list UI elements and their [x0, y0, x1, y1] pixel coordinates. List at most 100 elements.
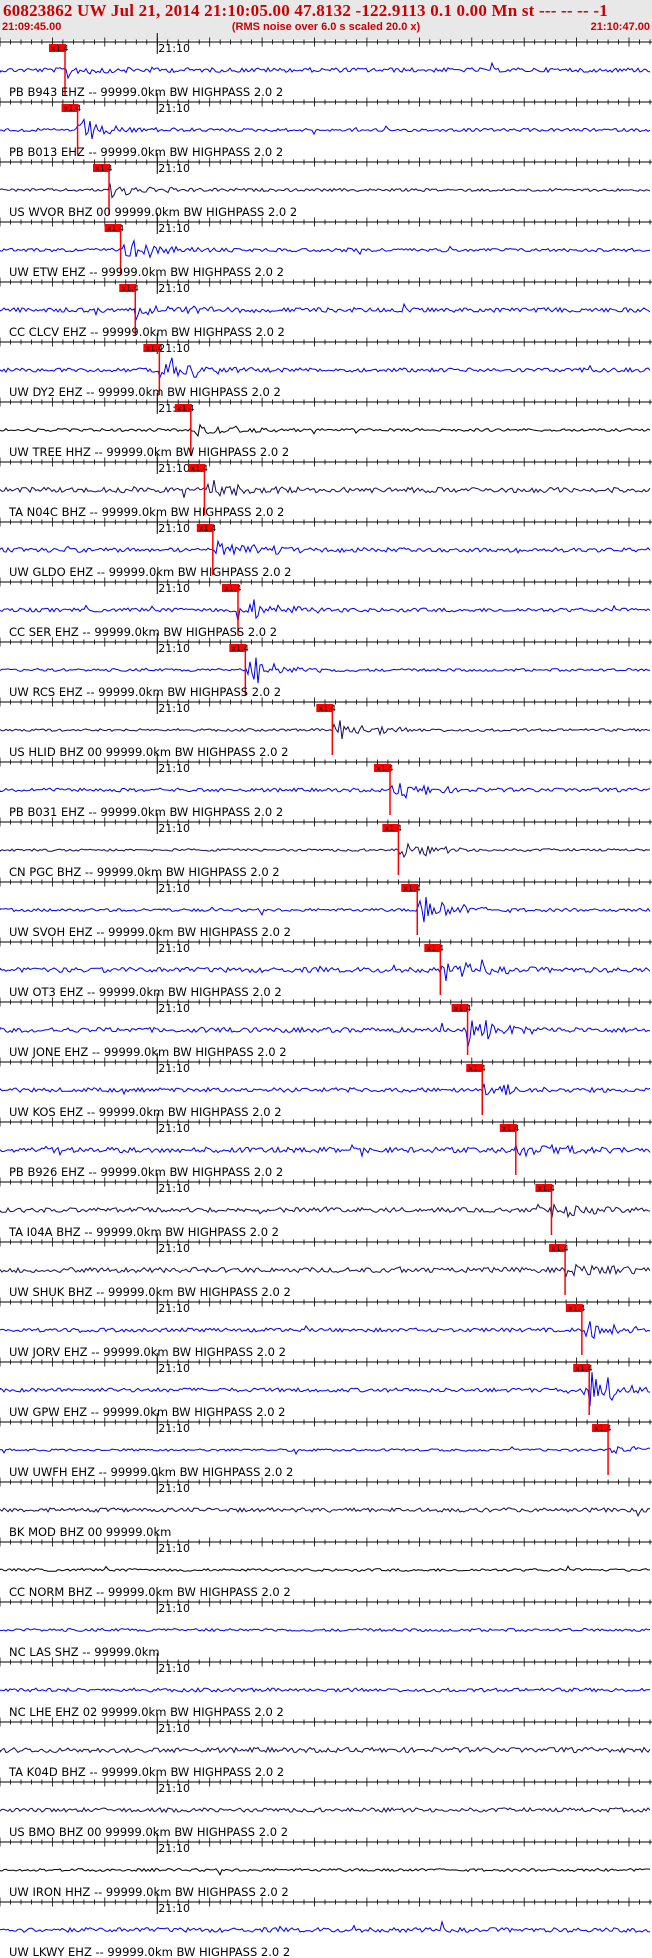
waveform-trace — [0, 896, 651, 923]
waveform-trace — [0, 657, 651, 684]
pick-label: x1.4 — [190, 464, 207, 473]
waveform-trace — [0, 1507, 651, 1518]
tick-label: 21:10 — [158, 102, 190, 115]
waveform-trace — [0, 1687, 651, 1693]
waveform-trace — [0, 1806, 651, 1814]
pick-label: x1.4 — [568, 1304, 585, 1313]
tick-label: 21:10 — [158, 1842, 190, 1855]
tick-label: 21:10 — [158, 342, 190, 355]
pick-label: x1.4 — [426, 944, 443, 953]
pick-label: x1.4 — [224, 584, 241, 593]
station-label: UW KOS EHZ -- 99999.0km BW HIGHPASS 2.0 … — [9, 1105, 282, 1119]
station-label: CN PGC BHZ -- 99999.0km BW HIGHPASS 2.0 … — [9, 865, 280, 879]
waveform-trace — [0, 1565, 651, 1572]
station-label: UW ETW EHZ -- 99999.0km BW HIGHPASS 2.0 … — [9, 265, 284, 279]
waveform-trace — [0, 480, 651, 498]
waveform-trace — [0, 1321, 651, 1340]
waveform-trace — [0, 1746, 651, 1754]
waveform-trace — [0, 959, 651, 981]
tick-label: 21:10 — [158, 1362, 190, 1375]
tick-label: 21:10 — [158, 642, 190, 655]
tick-label: 21:10 — [158, 1542, 190, 1555]
station-label: US HLID BHZ 00 99999.0km BW HIGHPASS 2.0… — [9, 745, 288, 759]
tick-label: 21:10 — [158, 1122, 190, 1135]
tick-label: 21:10 — [158, 1602, 190, 1615]
pick-label: x1.4 — [384, 824, 401, 833]
pick-label: x1.4 — [502, 1124, 519, 1133]
station-label: TA I04A BHZ -- 99999.0km BW HIGHPASS 2.0… — [8, 1225, 279, 1239]
pick-label: x1.4 — [403, 884, 420, 893]
pick-label: x1.4 — [537, 1184, 554, 1193]
pick-label: x1.4 — [454, 1004, 471, 1013]
waveform-trace — [0, 1083, 651, 1096]
pick-label: x1.4 — [594, 1424, 611, 1433]
waveform-trace — [0, 842, 651, 859]
pick-label: x1.4 — [107, 224, 124, 233]
waveform-trace — [0, 720, 651, 740]
tick-label: 21:10 — [158, 1482, 190, 1495]
waveform-trace — [0, 539, 651, 556]
station-label: PB B943 EHZ -- 99999.0km BW HIGHPASS 2.0… — [9, 85, 283, 99]
waveform-trace — [0, 1867, 651, 1876]
tick-label: 21:10 — [158, 1182, 190, 1195]
pick-label: x1.4 — [51, 44, 68, 53]
tick-label: 21:10 — [158, 942, 190, 955]
waveform-trace — [0, 1919, 651, 1934]
station-label: TA K04D BHZ -- 99999.0km BW HIGHPASS 2.0… — [8, 1765, 284, 1779]
waveform-trace — [0, 1372, 651, 1407]
tick-label: 21:10 — [158, 1662, 190, 1675]
pick-label: x1.4 — [95, 164, 112, 173]
tick-label: 21:10 — [158, 282, 190, 295]
waveform-trace — [0, 1445, 651, 1456]
station-label: CC SER EHZ -- 99999.0km BW HIGHPASS 2.0 … — [9, 625, 277, 639]
pick-label: x1.4 — [376, 764, 393, 773]
station-label: UW SHUK BHZ -- 99999.0km BW HIGHPASS 2.0… — [9, 1285, 291, 1299]
station-label: UW RCS EHZ -- 99999.0km BW HIGHPASS 2.0 … — [9, 685, 281, 699]
station-label: PB B013 EHZ -- 99999.0km BW HIGHPASS 2.0… — [9, 145, 283, 159]
seismogram-chart: 21:10 x1.4 PB B943 EHZ -- 99999.0km BW HIG… — [0, 33, 652, 1958]
waveform-trace — [0, 1202, 651, 1219]
station-label: PB B926 EHZ -- 99999.0km BW HIGHPASS 2.0… — [9, 1165, 283, 1179]
station-label: UW GPW EHZ -- 99999.0km BW HIGHPASS 2.0 … — [9, 1405, 285, 1419]
pick-label: x1.4 — [64, 104, 81, 113]
waveform-trace — [0, 357, 651, 379]
tick-label: 21:10 — [158, 822, 190, 835]
station-label: UW SVOH EHZ -- 99999.0km BW HIGHPASS 2.0… — [9, 925, 291, 939]
tick-label: 21:10 — [158, 522, 190, 535]
station-label: UW JONE EHZ -- 99999.0km BW HIGHPASS 2.0… — [9, 1045, 287, 1059]
tick-label: 21:10 — [158, 1062, 190, 1075]
tick-label: 21:10 — [158, 1422, 190, 1435]
pick-label: x1.4 — [231, 644, 248, 653]
station-label: CC CLCV EHZ -- 99999.0km BW HIGHPASS 2.0… — [9, 325, 285, 339]
tick-label: 21:10 — [158, 42, 190, 55]
station-label: PB B031 EHZ -- 99999.0km BW HIGHPASS 2.0… — [9, 805, 283, 819]
waveform-trace — [0, 599, 651, 622]
tick-label: 21:10 — [158, 1242, 190, 1255]
tick-label: 21:10 — [158, 222, 190, 235]
waveform-trace — [0, 183, 651, 199]
waveform-trace — [0, 1020, 651, 1047]
tick-label: 21:10 — [158, 582, 190, 595]
station-label: BK MOD BHZ 00 99999.0km — [9, 1525, 171, 1539]
pick-label: x1.4 — [318, 704, 335, 713]
tick-label: 21:10 — [158, 1002, 190, 1015]
tick-label: 21:10 — [158, 1302, 190, 1315]
pick-label: x1.4 — [468, 1064, 485, 1073]
tick-label: 21:10 — [158, 702, 190, 715]
station-label: UW GLDO EHZ -- 99999.0km BW HIGHPASS 2.0… — [9, 565, 292, 579]
station-label: UW LKWY EHZ -- 99999.0km BW HIGHPASS 2.0… — [9, 1945, 290, 1958]
station-label: UW OT3 EHZ -- 99999.0km BW HIGHPASS 2.0 … — [9, 985, 282, 999]
pick-label: x1.4 — [199, 524, 216, 533]
waveform-trace — [0, 423, 651, 438]
pick-label: x1.4 — [551, 1244, 568, 1253]
waveform-trace — [0, 783, 651, 800]
waveform-trace — [0, 238, 651, 259]
tick-label: 21:10 — [158, 162, 190, 175]
station-label: UW DY2 EHZ -- 99999.0km BW HIGHPASS 2.0 … — [9, 385, 281, 399]
tick-label: 21:10 — [158, 882, 190, 895]
station-label: NC LAS SHZ -- 99999.0km — [9, 1645, 160, 1659]
tick-label: 21:10 — [158, 762, 190, 775]
pick-label: x1.4 — [177, 404, 194, 413]
tick-label: 21:10 — [158, 1902, 190, 1915]
tick-label: 21:10 — [158, 1782, 190, 1795]
